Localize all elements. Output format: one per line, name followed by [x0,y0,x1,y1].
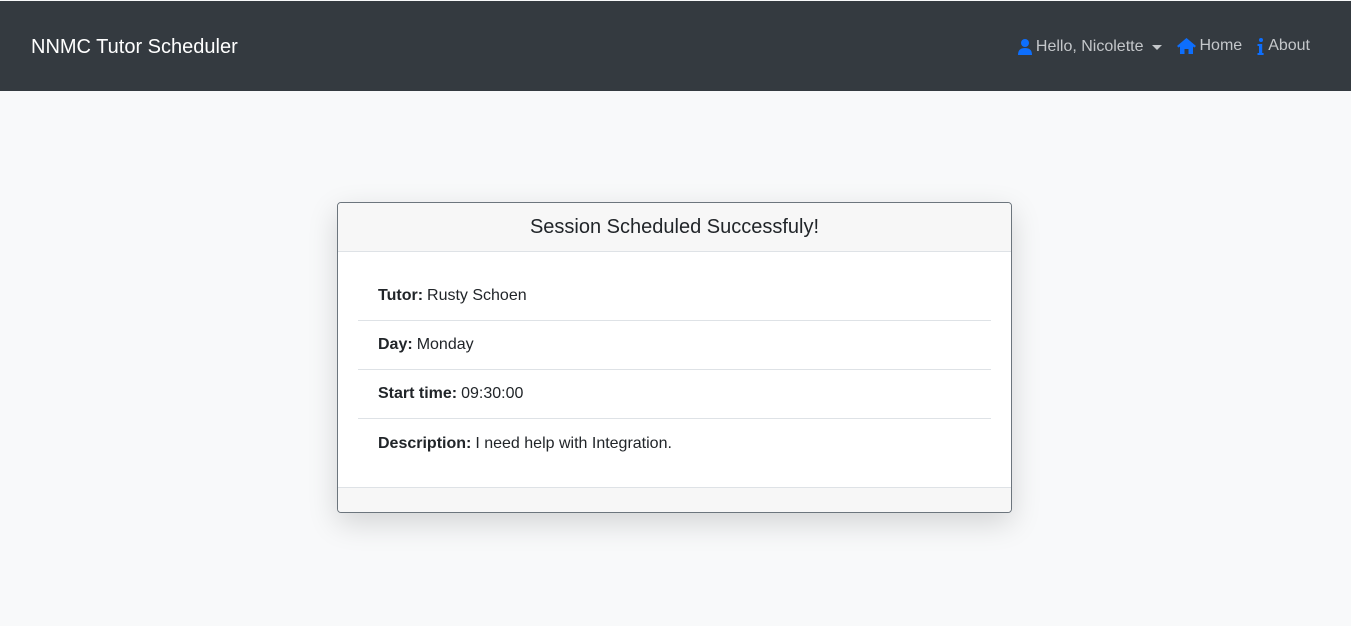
list-item-tutor: Tutor: Rusty Schoen [358,272,991,321]
card-body: Tutor: Rusty Schoen Day: Monday Start ti… [338,252,1011,468]
day-label: Day: [378,336,413,353]
user-icon [1017,39,1032,55]
card-footer [338,487,1011,512]
home-label: Home [1199,37,1243,54]
description-label: Description: [378,434,472,452]
about-link[interactable]: About [1257,37,1310,55]
description-value: I need help with Integration. [475,434,672,452]
caret-down-icon [1151,45,1162,50]
home-icon [1176,38,1196,54]
brand-link[interactable]: NNMC Tutor Scheduler [31,36,238,59]
session-card: Session Scheduled Successfuly! Tutor: Ru… [337,202,1012,513]
home-link[interactable]: Home [1176,37,1243,55]
about-label: About [1268,37,1310,54]
navbar: NNMC Tutor Scheduler Hello, Nicolette Ho… [0,1,1351,91]
nav-right: Hello, Nicolette Home About [1017,36,1310,56]
user-dropdown[interactable]: Hello, Nicolette [1017,38,1162,56]
card-header: Session Scheduled Successfuly! [338,203,1011,252]
list-item-start-time: Start time: 09:30:00 [358,370,991,419]
tutor-value: Rusty Schoen [427,287,527,304]
list-item-description: Description: I need help with Integratio… [358,419,991,468]
tutor-label: Tutor: [378,287,424,304]
info-icon [1257,37,1264,55]
list-item-day: Day: Monday [358,321,991,370]
start-time-value: 09:30:00 [461,385,524,402]
user-label: Hello, Nicolette [1035,38,1144,55]
start-time-label: Start time: [378,385,458,402]
day-value: Monday [416,336,474,353]
card-title: Session Scheduled Successfuly! [529,215,820,238]
